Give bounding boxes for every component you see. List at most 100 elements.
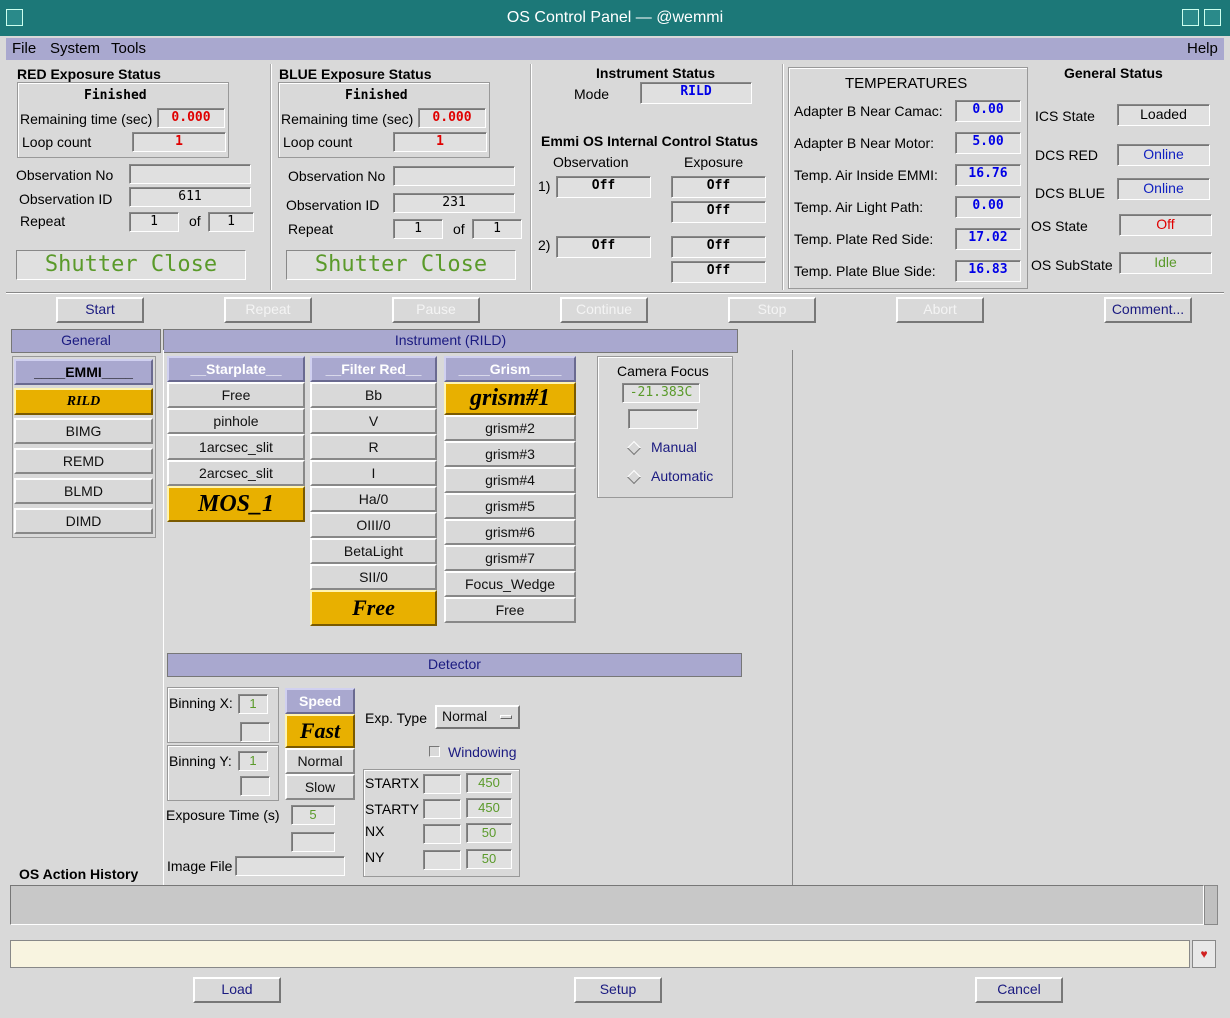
- temp-label-3: Temp. Air Light Path:: [794, 199, 924, 215]
- speed-slow[interactable]: Slow: [285, 774, 355, 800]
- comment-button[interactable]: Comment...: [1104, 297, 1192, 323]
- filter-bb[interactable]: Bb: [310, 382, 437, 408]
- abort-button[interactable]: Abort: [896, 297, 984, 323]
- menu-help[interactable]: Help: [1187, 40, 1218, 57]
- binning-x-input[interactable]: [240, 722, 270, 742]
- continue-button[interactable]: Continue: [560, 297, 648, 323]
- startx-label: STARTX: [365, 775, 419, 791]
- menu-system[interactable]: System: [50, 40, 100, 57]
- nx-label: NX: [365, 823, 385, 839]
- menu-tools[interactable]: Tools: [111, 40, 146, 57]
- blue-panel-title: BLUE Exposure Status: [279, 66, 432, 82]
- blue-remaining-label: Remaining time (sec): [281, 111, 414, 127]
- window-titlebar: OS Control Panel — @wemmi: [0, 0, 1230, 36]
- exposure-time-label: Exposure Time (s): [166, 807, 280, 823]
- tab-general[interactable]: General: [11, 329, 161, 353]
- menu-file[interactable]: File: [12, 40, 36, 57]
- starplate-free[interactable]: Free: [167, 382, 305, 408]
- red-repeat-of-field: 1: [208, 212, 254, 232]
- filter-i[interactable]: I: [310, 460, 437, 486]
- grism-focus-wedge[interactable]: Focus_Wedge: [444, 571, 576, 597]
- emmi-header: ____EMMI____: [14, 359, 153, 385]
- pause-button[interactable]: Pause: [392, 297, 480, 323]
- blue-of-label: of: [453, 221, 465, 237]
- speed-normal[interactable]: Normal: [285, 748, 355, 774]
- internal-status-title: Emmi OS Internal Control Status: [541, 133, 759, 149]
- filter-free-selected[interactable]: Free: [310, 590, 437, 626]
- camera-focus-input[interactable]: [628, 409, 698, 429]
- blue-repeat-field: 1: [393, 219, 443, 239]
- binning-x-value: 1: [238, 694, 268, 714]
- filter-ha0[interactable]: Ha/0: [310, 486, 437, 512]
- stop-button[interactable]: Stop: [728, 297, 816, 323]
- grism-2[interactable]: grism#2: [444, 415, 576, 441]
- mode-rild-selected[interactable]: RILD: [14, 388, 153, 415]
- exp2a-status: Off: [671, 236, 766, 258]
- image-file-input[interactable]: [235, 856, 345, 876]
- mode-blmd[interactable]: BLMD: [14, 478, 153, 504]
- maximize-icon[interactable]: [1204, 9, 1221, 26]
- filter-oiii0[interactable]: OIII/0: [310, 512, 437, 538]
- startx-input[interactable]: [423, 774, 461, 794]
- exposure-time-input[interactable]: [291, 832, 335, 852]
- start-button[interactable]: Start: [56, 297, 144, 323]
- command-input[interactable]: [10, 940, 1190, 968]
- grism-free[interactable]: Free: [444, 597, 576, 623]
- ny-input[interactable]: [423, 850, 461, 870]
- blue-obs-no-label: Observation No: [288, 168, 386, 184]
- red-remaining-label: Remaining time (sec): [20, 111, 153, 127]
- blue-obs-id-field: 231: [393, 193, 515, 213]
- exp-type-value: Normal: [442, 708, 488, 724]
- starplate-mos1-selected[interactable]: MOS_1: [167, 486, 305, 522]
- filter-red-header: __Filter Red__: [310, 356, 437, 382]
- red-obs-no-field: [129, 164, 251, 184]
- manual-radio-label[interactable]: Manual: [651, 439, 697, 455]
- heart-icon[interactable]: ♥: [1192, 940, 1216, 968]
- load-button[interactable]: Load: [193, 977, 281, 1003]
- starty-input[interactable]: [423, 799, 461, 819]
- mode-bimg[interactable]: BIMG: [14, 418, 153, 444]
- grism1-selected[interactable]: grism#1: [444, 382, 576, 415]
- minimize-icon[interactable]: [1182, 9, 1199, 26]
- grism-3[interactable]: grism#3: [444, 441, 576, 467]
- blue-exposure-panel: BLUE Exposure Status Finished Remaining …: [274, 64, 532, 290]
- filter-sii0[interactable]: SII/0: [310, 564, 437, 590]
- mode-dimd[interactable]: DIMD: [14, 508, 153, 534]
- grism-5[interactable]: grism#5: [444, 493, 576, 519]
- nx-input[interactable]: [423, 824, 461, 844]
- grism-6[interactable]: grism#6: [444, 519, 576, 545]
- camera-focus-title: Camera Focus: [617, 363, 709, 379]
- startx-value: 450: [466, 773, 512, 793]
- observation-col-label: Observation: [553, 154, 629, 170]
- filter-v[interactable]: V: [310, 408, 437, 434]
- exp1a-status: Off: [671, 176, 766, 198]
- filter-betalight[interactable]: BetaLight: [310, 538, 437, 564]
- temperatures-panel: TEMPERATURES Adapter B Near Camac: 0.00 …: [788, 67, 1028, 289]
- instrument-status-title: Instrument Status: [596, 65, 716, 81]
- repeat-button[interactable]: Repeat: [224, 297, 312, 323]
- history-log: [10, 885, 1204, 925]
- mode-remd[interactable]: REMD: [14, 448, 153, 474]
- red-obs-no-label: Observation No: [16, 167, 114, 183]
- speed-fast-selected[interactable]: Fast: [285, 714, 355, 748]
- starplate-2arcsec-slit[interactable]: 2arcsec_slit: [167, 460, 305, 486]
- grism-7[interactable]: grism#7: [444, 545, 576, 571]
- general-status-panel: General Status ICS State Loaded DCS RED …: [1030, 64, 1224, 290]
- setup-button[interactable]: Setup: [574, 977, 662, 1003]
- temp-value-0: 0.00: [955, 100, 1021, 122]
- cancel-button[interactable]: Cancel: [975, 977, 1063, 1003]
- exp-type-dropdown[interactable]: Normal: [435, 705, 520, 729]
- temp-label-5: Temp. Plate Blue Side:: [794, 263, 936, 279]
- windowing-label[interactable]: Windowing: [448, 744, 516, 760]
- filter-r[interactable]: R: [310, 434, 437, 460]
- temp-label-1: Adapter B Near Motor:: [794, 135, 935, 151]
- starty-value: 450: [466, 798, 512, 818]
- binning-y-input[interactable]: [240, 776, 270, 796]
- grism-4[interactable]: grism#4: [444, 467, 576, 493]
- automatic-radio-label[interactable]: Automatic: [651, 468, 713, 484]
- starplate-pinhole[interactable]: pinhole: [167, 408, 305, 434]
- windowing-checkbox[interactable]: [429, 746, 440, 757]
- window-menu-icon[interactable]: [6, 9, 23, 26]
- history-scrollbar[interactable]: [1204, 885, 1218, 925]
- starplate-1arcsec-slit[interactable]: 1arcsec_slit: [167, 434, 305, 460]
